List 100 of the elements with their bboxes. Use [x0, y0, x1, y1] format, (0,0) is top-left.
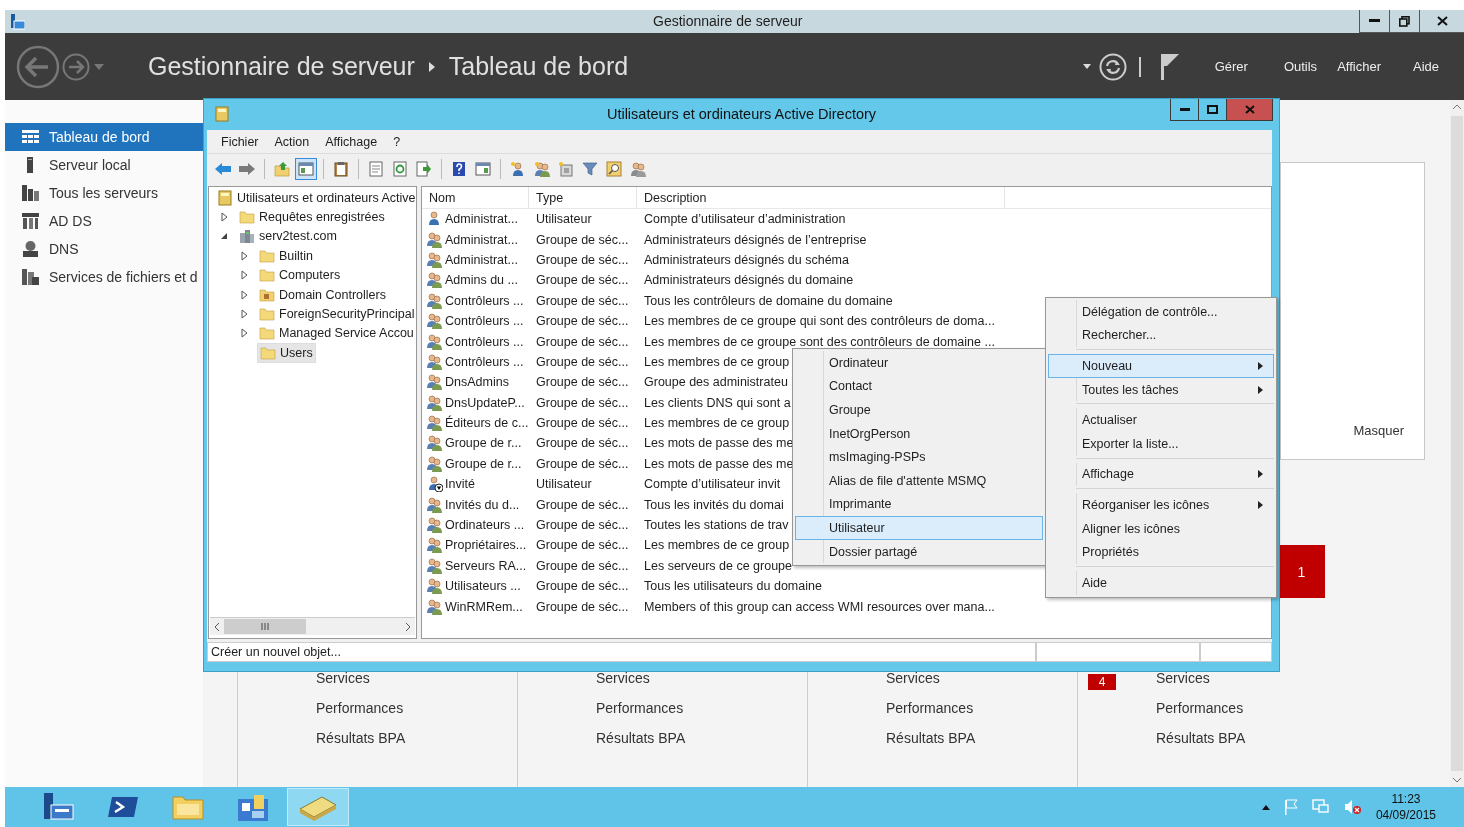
table-cell-text: Groupe des administrateu: [643, 374, 788, 392]
menu-item[interactable]: Utilisateur: [795, 516, 1043, 540]
table-cell: Contrôleurs ...: [422, 310, 529, 332]
header-menu-item[interactable]: Outils: [1283, 59, 1318, 74]
minimize-button[interactable]: [1170, 99, 1199, 121]
clock[interactable]: 11:23 04/09/2015: [1375, 791, 1436, 823]
tree-item[interactable]: ForeignSecurityPrincipal: [257, 305, 417, 324]
breadcrumb-link[interactable]: Gestionnaire de serveur: [148, 52, 415, 81]
table-cell-text: Groupe de séc...: [535, 496, 630, 514]
table-cell: Propriétaires...: [422, 535, 529, 556]
horizontal-scrollbar[interactable]: [210, 617, 415, 635]
back-button[interactable]: [16, 44, 60, 89]
folder-up-icon: [274, 161, 290, 177]
column-header[interactable]: Type: [529, 187, 637, 208]
table-cell: Invités du d...: [422, 494, 529, 515]
dashboard-link[interactable]: Résultats BPA: [1156, 723, 1246, 753]
table-cell-text: Utilisateur: [535, 211, 593, 229]
menu-item[interactable]: ?: [393, 134, 401, 149]
history-caret-icon[interactable]: [94, 63, 104, 70]
close-icon: [1244, 105, 1255, 114]
minimize-icon: [1369, 19, 1380, 23]
notifications-flag-icon[interactable]: [1160, 53, 1179, 80]
new-ou-icon: [558, 161, 574, 177]
tree-item[interactable]: Domain Controllers: [257, 285, 388, 304]
table-cell: Administrat...: [422, 229, 529, 250]
show-hidden-icons-icon[interactable]: [1261, 804, 1270, 810]
clock-date: 04/09/2015: [1375, 807, 1436, 823]
table-cell: Contrôleurs ...: [422, 351, 529, 373]
table-cell-text: Administrateurs désignés de l’entreprise: [643, 231, 867, 249]
scroll-thumb[interactable]: [224, 619, 306, 634]
dashboard-link[interactable]: Services: [886, 663, 940, 693]
sidebar-item[interactable]: Tous les serveurs: [5, 179, 203, 207]
header-menu-item[interactable]: Afficher: [1337, 59, 1381, 74]
sidebar-item[interactable]: AD DS: [5, 207, 203, 235]
toolbar-button[interactable]: [603, 158, 625, 180]
dropdown-caret-icon[interactable]: [1082, 64, 1091, 69]
forward-button[interactable]: [62, 52, 90, 81]
sidebar-item[interactable]: Services de fichiers et d: [5, 263, 203, 291]
collapsed-arrow-icon[interactable]: [239, 270, 249, 281]
menu-item[interactable]: Action: [274, 134, 310, 149]
table-cell-text: Les mots de passe des me: [643, 435, 794, 453]
header-menu-item[interactable]: Aide: [1412, 59, 1439, 74]
menu-item[interactable]: Affichage: [325, 134, 378, 149]
collapsed-arrow-icon[interactable]: [239, 328, 249, 339]
dashboard-link[interactable]: Services: [1156, 663, 1210, 693]
tree-item[interactable]: Users: [257, 342, 316, 363]
dashboard-link[interactable]: Résultats BPA: [596, 723, 686, 753]
dashboard-link[interactable]: Résultats BPA: [316, 723, 406, 753]
dashboard-link[interactable]: Services: [316, 663, 370, 693]
clipboard-icon: [333, 161, 349, 177]
expanded-arrow-icon[interactable]: [219, 231, 229, 242]
tree-item[interactable]: Computers: [257, 266, 343, 285]
tree-item[interactable]: Utilisateurs et ordinateurs Active: [215, 188, 418, 207]
table-cell-text: Toutes les stations de trav: [643, 517, 789, 535]
dashboard-link[interactable]: Performances: [596, 693, 684, 723]
sidebar-item[interactable]: Serveur local: [5, 151, 203, 179]
dashboard-link[interactable]: Performances: [886, 693, 974, 723]
table-cell-text: Les serveurs de ce groupe: [643, 557, 792, 575]
refresh-button[interactable]: [1098, 52, 1127, 81]
dashboard-link[interactable]: Résultats BPA: [886, 723, 976, 753]
tree-item[interactable]: Managed Service Accou: [257, 324, 416, 343]
table-cell-text: Les membres de ce groupe qui sont des contrôleurs de doma...: [643, 313, 995, 331]
dashboard-link[interactable]: Services: [596, 663, 650, 693]
alert-count[interactable]: 1: [1278, 545, 1325, 598]
tree-item[interactable]: Builtin: [257, 246, 316, 265]
collapsed-arrow-icon[interactable]: [239, 309, 249, 320]
new-user-icon: [510, 161, 526, 177]
table-cell-text: Administrateurs désignés du schéma: [643, 251, 849, 269]
sidebar-item[interactable]: Tableau de bord: [5, 123, 203, 151]
table-cell-text: Groupe de séc...: [535, 292, 630, 310]
table-cell-text: Les mots de passe des me: [643, 455, 794, 473]
tree-item[interactable]: Requêtes enregistrées: [237, 208, 387, 227]
collapsed-arrow-icon[interactable]: [239, 289, 249, 300]
folder-icon: [260, 344, 276, 361]
breadcrumb-arrow-icon: [428, 61, 435, 72]
menu-item[interactable]: Fichier: [221, 134, 259, 149]
server-manager-icon: [41, 791, 75, 823]
collapsed-arrow-icon[interactable]: [219, 212, 229, 223]
table-cell-text: Groupe de séc...: [535, 231, 630, 249]
table-cell-text: Groupe de séc...: [535, 272, 630, 290]
table-cell-text: Groupe de séc...: [535, 455, 630, 473]
vertical-scrollbar[interactable]: [1450, 100, 1464, 787]
dashboard-link[interactable]: Performances: [1156, 693, 1244, 723]
folder-icon: [259, 267, 275, 284]
tree-item[interactable]: serv2test.com: [237, 227, 339, 246]
submenu-arrow-icon: [1258, 362, 1263, 370]
collapsed-arrow-icon[interactable]: [239, 250, 249, 261]
menu-item[interactable]: Nouveau: [1048, 354, 1274, 378]
toolbar-button[interactable]: [295, 158, 317, 180]
speaker-muted-icon[interactable]: [1343, 799, 1362, 815]
column-header[interactable]: Nom: [422, 187, 529, 208]
dashboard-link[interactable]: Performances: [316, 693, 404, 723]
table-cell-text: Members of this group can access WMI resources over mana...: [643, 598, 995, 616]
hide-link[interactable]: Masquer: [1353, 423, 1404, 438]
column-header[interactable]: Description: [637, 187, 1005, 208]
sidebar-item[interactable]: DNS: [5, 235, 203, 263]
header-menu-item[interactable]: Gérer: [1214, 59, 1248, 74]
page-title: Tableau de bord: [448, 52, 629, 81]
server-manager-icon: [11, 13, 25, 30]
dashboard-icon: [22, 130, 39, 144]
